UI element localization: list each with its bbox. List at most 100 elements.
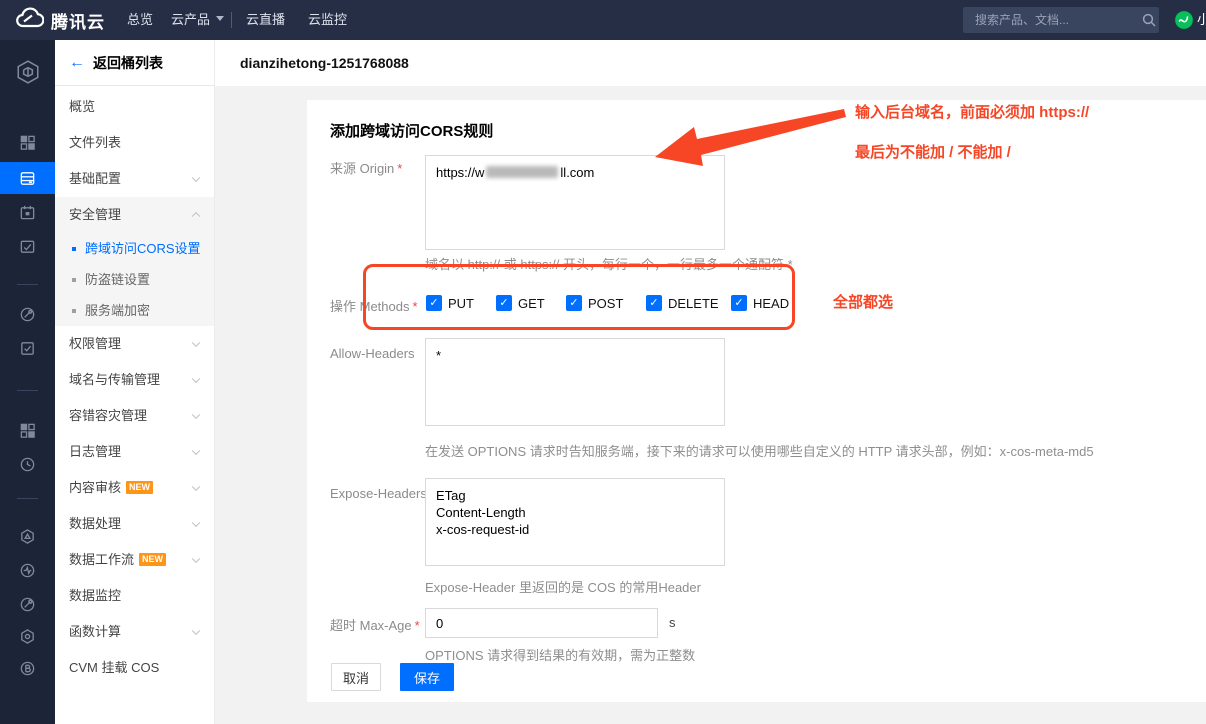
rail-separator <box>17 284 38 285</box>
sidebar-item-fault-tolerance[interactable]: 容错容灾管理 <box>55 398 214 434</box>
nav-cloud-products[interactable]: 云产品 <box>171 0 224 40</box>
required-mark: * <box>412 299 417 314</box>
annotation-note-line1: 输入后台域名，前面必须加 https:// <box>855 101 1089 122</box>
allow-headers-label: Allow-Headers <box>330 346 415 361</box>
origin-hint: 域名以 http:// 或 https:// 开头，每行一个，一行最多一个通配符… <box>425 254 793 273</box>
tencent-cloud-logo-icon <box>14 7 44 34</box>
checkbox-checked-icon: ✓ <box>731 295 747 311</box>
max-age-label: 超时 Max-Age* <box>330 615 420 634</box>
dashboard-icon[interactable] <box>0 126 55 158</box>
sidebar-item-basic-config[interactable]: 基础配置 <box>55 161 214 197</box>
app-grid-icon[interactable] <box>0 414 55 446</box>
chevron-down-icon <box>192 483 200 491</box>
cancel-button[interactable]: 取消 <box>331 663 381 691</box>
redacted-domain-block <box>486 166 558 178</box>
nav-divider <box>231 12 232 28</box>
new-badge: NEW <box>126 481 153 494</box>
method-checkbox-get[interactable]: ✓GET <box>496 295 545 311</box>
caret-down-icon <box>216 16 224 25</box>
bucket-sidebar: ← 返回桶列表 概览 文件列表 基础配置 安全管理 跨域访问CORS设置 防盗链… <box>55 40 215 724</box>
checkbox-checked-icon: ✓ <box>496 295 512 311</box>
sidebar-item-log-mgmt[interactable]: 日志管理 <box>55 434 214 470</box>
sidebar-item-data-monitor[interactable]: 数据监控 <box>55 578 214 614</box>
brand[interactable]: 腾讯云 <box>14 0 105 40</box>
brand-name: 腾讯云 <box>51 8 105 33</box>
chevron-down-icon <box>192 627 200 635</box>
back-arrow-icon: ← <box>69 54 85 72</box>
search-input[interactable] <box>963 13 1138 27</box>
back-to-bucket-list[interactable]: ← 返回桶列表 <box>55 40 214 86</box>
sidebar-item-domain-transfer[interactable]: 域名与传输管理 <box>55 362 214 398</box>
chevron-down-icon <box>192 519 200 527</box>
sidebar-item-hotlink-protection[interactable]: 防盗链设置 <box>55 264 214 295</box>
resource-package-icon[interactable] <box>0 620 55 652</box>
cos-product-logo-icon[interactable] <box>0 54 55 90</box>
chevron-down-icon <box>192 375 200 383</box>
method-checkbox-post[interactable]: ✓POST <box>566 295 623 311</box>
annotation-select-all: 全部都选 <box>833 291 893 312</box>
sidebar-item-scf[interactable]: 函数计算 <box>55 614 214 650</box>
chevron-down-icon <box>192 411 200 419</box>
checkbox-checked-icon: ✓ <box>566 295 582 311</box>
sidebar-item-data-processing[interactable]: 数据处理 <box>55 506 214 542</box>
form-title: 添加跨域访问CORS规则 <box>330 120 493 141</box>
rail-separator <box>17 498 38 499</box>
required-mark: * <box>397 161 402 176</box>
checkbox-checked-icon: ✓ <box>426 295 442 311</box>
nav-cloud-live[interactable]: 云直播 <box>246 0 285 40</box>
sidebar-item-security-mgmt[interactable]: 安全管理 <box>55 197 214 233</box>
task-list-icon[interactable] <box>0 332 55 364</box>
user-name[interactable]: 小 <box>1197 0 1206 40</box>
origin-label: 来源 Origin* <box>330 158 402 177</box>
page-header: dianzihetong-1251768088 <box>215 40 1206 86</box>
origin-textarea[interactable]: https://w ll.com <box>425 155 725 250</box>
sidebar-item-overview[interactable]: 概览 <box>55 89 214 125</box>
origin-value-suffix: ll.com <box>560 165 594 180</box>
save-button[interactable]: 保存 <box>400 663 454 691</box>
search-icon[interactable] <box>1138 13 1159 27</box>
chevron-down-icon <box>192 447 200 455</box>
nav-overview[interactable]: 总览 <box>127 0 153 40</box>
rail-separator <box>17 390 38 391</box>
sidebar-item-permission-mgmt[interactable]: 权限管理 <box>55 326 214 362</box>
expose-headers-textarea[interactable]: ETag Content-Length x-cos-request-id <box>425 478 725 566</box>
chevron-down-icon <box>192 555 200 563</box>
global-service-icon[interactable] <box>0 588 55 620</box>
chevron-up-icon <box>192 212 200 220</box>
tencent-cloud-console: 腾讯云 总览 云产品 云直播 云监控 小 <box>0 0 1206 724</box>
sidebar-item-file-list[interactable]: 文件列表 <box>55 125 214 161</box>
scheduled-jobs-icon[interactable] <box>0 196 55 228</box>
service-discovery-icon[interactable] <box>0 298 55 330</box>
max-age-input[interactable] <box>425 608 658 638</box>
history-icon[interactable] <box>0 448 55 480</box>
max-age-hint: OPTIONS 请求得到结果的有效期，需为正整数 <box>425 645 695 664</box>
media-review-icon[interactable] <box>0 230 55 262</box>
bucket-storage-icon[interactable] <box>0 162 55 194</box>
user-avatar[interactable] <box>1174 10 1194 30</box>
required-mark: * <box>415 618 420 633</box>
sidebar-item-cvm-mount[interactable]: CVM 挂载 COS <box>55 650 214 686</box>
monitor-pulse-icon[interactable] <box>0 554 55 586</box>
sidebar-item-data-workflow[interactable]: 数据工作流NEW <box>55 542 214 578</box>
sidebar-item-cors-settings[interactable]: 跨域访问CORS设置 <box>55 233 214 264</box>
billing-icon[interactable] <box>0 652 55 684</box>
method-checkbox-delete[interactable]: ✓DELETE <box>646 295 719 311</box>
cors-rule-form-card: 添加跨域访问CORS规则 来源 Origin* https://wll.com … <box>307 100 1206 702</box>
annotation-note-line2: 最后为不能加 / 不能加 / <box>855 141 1011 162</box>
product-icon-rail <box>0 40 55 724</box>
sidebar-item-content-review[interactable]: 内容审核NEW <box>55 470 214 506</box>
allow-headers-hint: 在发送 OPTIONS 请求时告知服务端，接下来的请求可以使用哪些自定义的 HT… <box>425 441 1094 460</box>
max-age-unit: s <box>669 615 676 630</box>
top-navbar: 腾讯云 总览 云产品 云直播 云监控 小 <box>0 0 1206 40</box>
expose-headers-hint: Expose-Header 里返回的是 COS 的常用Header <box>425 577 701 596</box>
security-shield-icon[interactable] <box>0 520 55 552</box>
sidebar-menu: 概览 文件列表 基础配置 安全管理 跨域访问CORS设置 防盗链设置 服务端加密… <box>55 86 214 686</box>
chevron-down-icon <box>192 339 200 347</box>
origin-value-prefix: https://w <box>436 165 484 180</box>
nav-cloud-monitor[interactable]: 云监控 <box>308 0 347 40</box>
sidebar-item-server-encryption[interactable]: 服务端加密 <box>55 295 214 326</box>
expose-headers-label: Expose-Headers <box>330 486 427 501</box>
allow-headers-textarea[interactable]: * <box>425 338 725 426</box>
method-checkbox-put[interactable]: ✓PUT <box>426 295 474 311</box>
method-checkbox-head[interactable]: ✓HEAD <box>731 295 789 311</box>
